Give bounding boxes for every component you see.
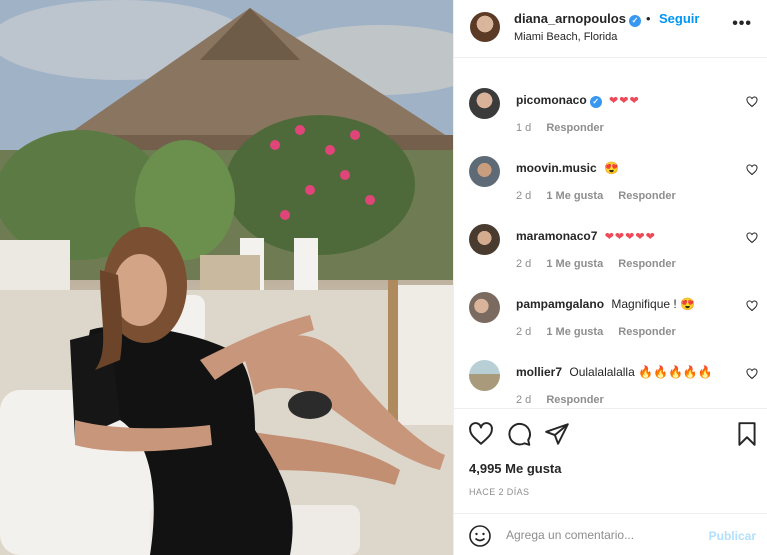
reply-button[interactable]: Responder bbox=[546, 122, 603, 134]
comment-text: pampamgalano Magnifique ! 😍 bbox=[516, 297, 695, 311]
comment-username[interactable]: maramonaco7 bbox=[516, 229, 597, 243]
comment-avatar[interactable] bbox=[469, 224, 500, 255]
comment-item: mollier7 Oulalalalalla 🔥🔥🔥🔥🔥 2 d Respond… bbox=[454, 360, 767, 408]
more-options-icon[interactable]: ••• bbox=[732, 15, 752, 33]
comment-body: Oulalalalalla 🔥🔥🔥🔥🔥 bbox=[569, 365, 713, 379]
comment-username[interactable]: picomonaco ✓ bbox=[516, 93, 602, 108]
comment-age: 2 d bbox=[516, 394, 532, 406]
comment-text: maramonaco7 ❤❤❤❤❤ bbox=[516, 229, 656, 243]
emoji-icon[interactable] bbox=[468, 524, 492, 548]
comment-text: moovin.music 😍 bbox=[516, 161, 619, 175]
comments-list[interactable]: picomonaco ✓ ❤❤❤ 1 d Responder moovin.mus… bbox=[454, 58, 767, 408]
post-photo[interactable] bbox=[0, 0, 453, 555]
comment-age: 2 d bbox=[516, 190, 532, 202]
comment-item: moovin.music 😍 2 d 1 Me gusta Responder bbox=[454, 156, 767, 224]
comment-age: 2 d bbox=[516, 258, 532, 270]
comment-avatar[interactable] bbox=[469, 88, 500, 119]
post-side-panel: diana_arnopoulos ✓ • Seguir Miami Beach, … bbox=[453, 0, 767, 555]
post-date[interactable]: HACE 2 DÍAS bbox=[469, 487, 529, 497]
comment-likes[interactable]: 1 Me gusta bbox=[546, 258, 603, 270]
follow-button[interactable]: Seguir bbox=[659, 11, 699, 26]
comment-body: 😍 bbox=[604, 161, 619, 175]
comment-avatar[interactable] bbox=[469, 292, 500, 323]
comment-input[interactable] bbox=[506, 524, 696, 546]
author-username[interactable]: diana_arnopoulos ✓ bbox=[514, 11, 641, 27]
reply-button[interactable]: Responder bbox=[618, 190, 675, 202]
send-icon[interactable] bbox=[544, 421, 570, 447]
comment-body: ❤❤❤ bbox=[609, 95, 640, 107]
comment-age: 2 d bbox=[516, 326, 532, 338]
comment-age: 1 d bbox=[516, 122, 532, 134]
post-header: diana_arnopoulos ✓ • Seguir Miami Beach, … bbox=[454, 0, 767, 58]
comment-meta: 2 d 1 Me gusta Responder bbox=[516, 326, 688, 338]
comment-body: Magnifique ! 😍 bbox=[611, 297, 696, 311]
reply-button[interactable]: Responder bbox=[618, 326, 675, 338]
publish-button[interactable]: Publicar bbox=[709, 529, 756, 543]
comment-username[interactable]: mollier7 bbox=[516, 365, 562, 379]
comment-text: mollier7 Oulalalalalla 🔥🔥🔥🔥🔥 bbox=[516, 365, 713, 379]
comment-text: picomonaco ✓ ❤❤❤ bbox=[516, 93, 640, 108]
comment-avatar[interactable] bbox=[469, 360, 500, 391]
comment-like-heart-icon[interactable] bbox=[746, 164, 758, 176]
comment-like-heart-icon[interactable] bbox=[746, 96, 758, 108]
add-comment-bar: Publicar bbox=[454, 513, 767, 555]
post-location[interactable]: Miami Beach, Florida bbox=[514, 31, 617, 43]
likes-count[interactable]: 4,995 Me gusta bbox=[469, 461, 562, 476]
comment-item: pampamgalano Magnifique ! 😍 2 d 1 Me gus… bbox=[454, 292, 767, 360]
separator-dot: • bbox=[646, 11, 651, 26]
comment-avatar[interactable] bbox=[469, 156, 500, 187]
comment-like-heart-icon[interactable] bbox=[746, 232, 758, 244]
verified-badge-icon: ✓ bbox=[628, 15, 641, 27]
comment-meta: 2 d 1 Me gusta Responder bbox=[516, 258, 688, 270]
comment-like-heart-icon[interactable] bbox=[746, 368, 758, 380]
comment-meta: 2 d 1 Me gusta Responder bbox=[516, 190, 688, 202]
comment-likes[interactable]: 1 Me gusta bbox=[546, 190, 603, 202]
bookmark-icon[interactable] bbox=[734, 421, 760, 447]
reply-button[interactable]: Responder bbox=[546, 394, 603, 406]
comment-icon[interactable] bbox=[506, 421, 532, 447]
comment-item: maramonaco7 ❤❤❤❤❤ 2 d 1 Me gusta Respond… bbox=[454, 224, 767, 292]
comment-username[interactable]: pampamgalano bbox=[516, 297, 604, 311]
reply-button[interactable]: Responder bbox=[618, 258, 675, 270]
comment-username[interactable]: moovin.music bbox=[516, 161, 597, 175]
comment-item: picomonaco ✓ ❤❤❤ 1 d Responder bbox=[454, 88, 767, 156]
comment-like-heart-icon[interactable] bbox=[746, 300, 758, 312]
heart-icon[interactable] bbox=[468, 421, 494, 447]
comment-meta: 1 d Responder bbox=[516, 122, 616, 134]
comment-body: ❤❤❤❤❤ bbox=[604, 231, 656, 243]
comment-meta: 2 d Responder bbox=[516, 394, 616, 406]
author-avatar[interactable] bbox=[470, 12, 500, 42]
post-photo-scene bbox=[0, 0, 453, 555]
verified-badge-icon: ✓ bbox=[589, 96, 602, 108]
post-actions: 4,995 Me gusta HACE 2 DÍAS bbox=[454, 408, 767, 523]
comment-likes[interactable]: 1 Me gusta bbox=[546, 326, 603, 338]
